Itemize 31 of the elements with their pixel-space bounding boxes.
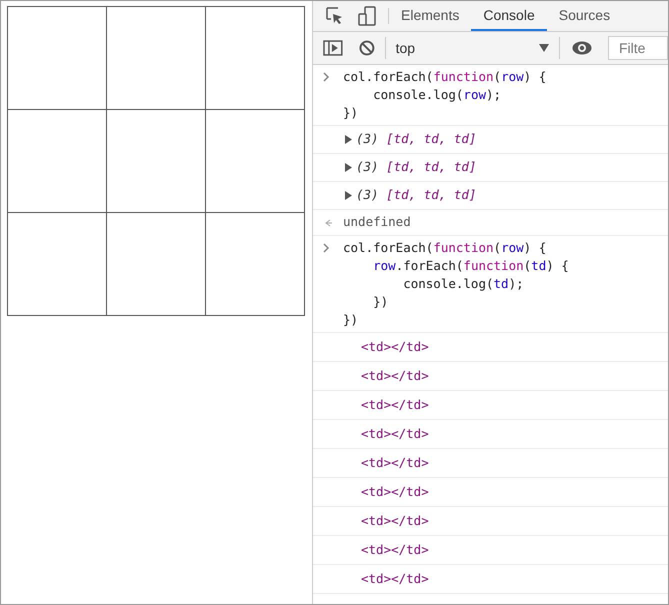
log-output: <td></td> [361, 396, 429, 414]
expand-icon[interactable] [345, 163, 352, 172]
return-icon [324, 218, 332, 226]
log-output: <td></td> [361, 482, 429, 501]
return-value: undefined [343, 213, 411, 232]
log-output: <td></td> [361, 454, 429, 472]
expand-icon[interactable] [345, 191, 352, 200]
code-text: col.forEach(function(row) { console.log(row); }) [343, 68, 546, 122]
code-text: col.forEach(function(row) { row.forEach(function(td) { console.log(td); }) }) [343, 239, 569, 329]
log-output: <td></td> [361, 366, 429, 385]
sidebar-icon[interactable] [323, 40, 343, 56]
log-output: <td></td> [361, 338, 429, 356]
device-icon[interactable] [358, 6, 376, 26]
panel-tab[interactable]: Elements [389, 1, 472, 31]
prompt-icon [323, 72, 331, 82]
prompt-icon [323, 243, 331, 253]
expand-icon[interactable] [345, 135, 352, 144]
log-output: (3) [td, td, td] [356, 130, 476, 148]
log-output: (3) [td, td, td] [356, 186, 476, 204]
filter-field[interactable]: Filte [608, 36, 668, 60]
dropdown-icon [539, 44, 549, 52]
panel-tab[interactable]: Sources [546, 1, 622, 31]
log-output: <td></td> [361, 512, 429, 530]
log-output: <td></td> [361, 570, 429, 588]
log-output: <td></td> [361, 424, 429, 443]
context-select[interactable]: top [384, 37, 559, 59]
clear-icon[interactable] [358, 40, 375, 56]
log-output: (3) [td, td, td] [356, 158, 476, 176]
eye-icon[interactable] [572, 41, 592, 55]
log-output: <td></td> [361, 540, 429, 559]
inspect-icon[interactable] [326, 7, 344, 25]
